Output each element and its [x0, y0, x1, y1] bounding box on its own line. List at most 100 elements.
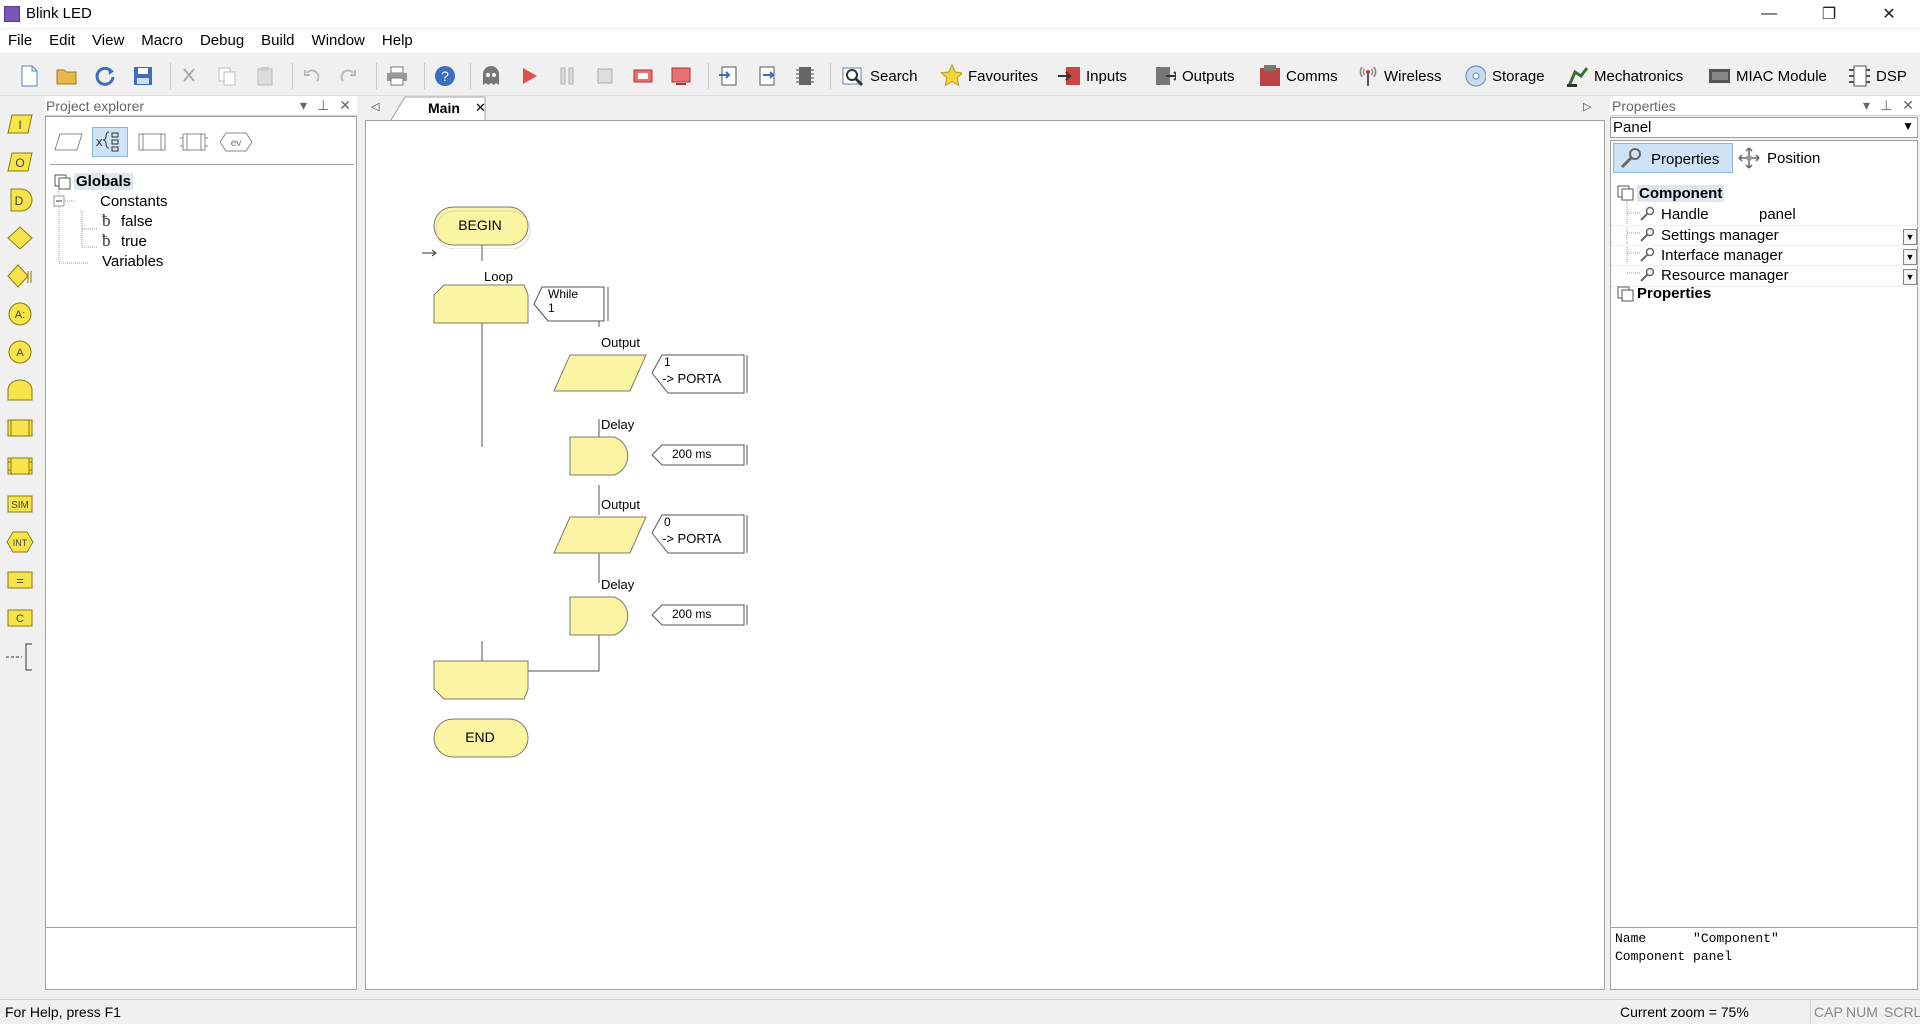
macros-tab-icon[interactable] — [134, 127, 170, 157]
status-cap: CAP — [1814, 1004, 1843, 1020]
maximize-button[interactable]: ❐ — [1806, 0, 1852, 28]
menu-file[interactable]: File — [0, 29, 41, 53]
tree-const-true[interactable]: true — [121, 233, 147, 250]
menu-debug[interactable]: Debug — [192, 29, 253, 53]
components-tab-icon[interactable] — [176, 127, 212, 157]
prop-row-settings-manager[interactable]: Settings manager ▼ — [1611, 225, 1920, 246]
delay-1-label: Delay — [601, 417, 635, 432]
print-icon[interactable] — [386, 65, 408, 87]
open-folder-icon[interactable] — [56, 65, 78, 87]
miac-module-button[interactable]: MIAC Module — [1708, 63, 1827, 89]
cut-icon[interactable] — [178, 65, 200, 87]
output-command-icon[interactable]: O — [6, 148, 34, 176]
component-section[interactable]: Component — [1637, 185, 1725, 202]
comment-command-icon[interactable] — [4, 642, 36, 671]
minimize-button[interactable]: — — [1746, 0, 1792, 28]
connection-point-icon[interactable]: A: — [6, 300, 34, 328]
comms-button[interactable]: Comms — [1258, 63, 1338, 89]
compile-hex-icon[interactable] — [756, 65, 778, 87]
run-icon[interactable] — [518, 65, 540, 87]
input-command-icon[interactable]: I — [6, 110, 34, 138]
tab-close-icon[interactable]: ✕ — [475, 100, 486, 116]
mechatronics-button[interactable]: Mechatronics — [1566, 63, 1683, 89]
tab-main[interactable]: Main — [428, 100, 460, 116]
panel-close-icon[interactable]: ✕ — [339, 97, 351, 114]
pin-icon[interactable]: ⊥ — [317, 97, 329, 114]
step-into-icon[interactable] — [632, 65, 654, 87]
tree-variables[interactable]: Variables — [102, 253, 163, 270]
menu-view[interactable]: View — [84, 29, 133, 53]
dsp-button[interactable]: DSP — [1848, 63, 1907, 89]
menu-build[interactable]: Build — [253, 29, 303, 53]
tree-globals[interactable]: Globals — [74, 173, 134, 190]
variables-tab-icon[interactable]: x — [92, 127, 128, 157]
output-1-shape[interactable] — [550, 353, 650, 395]
flowchart-canvas[interactable]: BEGIN Loop While 1 Output 1 -> PORTA Del… — [365, 120, 1605, 990]
ghost-debug-icon[interactable] — [480, 65, 502, 87]
macro-command-icon[interactable] — [6, 414, 34, 442]
inputs-button[interactable]: Inputs — [1058, 63, 1127, 89]
help-icon[interactable]: ? — [434, 65, 456, 87]
step-over-icon[interactable] — [670, 65, 692, 87]
new-file-icon[interactable] — [18, 65, 40, 87]
redo-icon[interactable] — [338, 65, 360, 87]
menu-macro[interactable]: Macro — [133, 29, 192, 53]
events-tab-icon[interactable]: ev — [218, 127, 254, 157]
panel-close-icon[interactable]: ✕ — [1902, 97, 1914, 114]
calculation-command-icon[interactable]: = — [6, 566, 34, 594]
delay-1-shape[interactable] — [568, 435, 638, 479]
prop-handle-value[interactable]: panel — [1759, 206, 1796, 223]
interrupt-command-icon[interactable]: INT — [6, 528, 34, 556]
pause-icon[interactable] — [556, 65, 578, 87]
refresh-icon[interactable] — [94, 65, 116, 87]
storage-button[interactable]: Storage — [1464, 63, 1545, 89]
menu-window[interactable]: Window — [304, 29, 374, 53]
chevron-down-icon[interactable]: ▼ — [1903, 229, 1917, 245]
goto-point-icon[interactable]: A — [6, 338, 34, 366]
stop-icon[interactable] — [594, 65, 616, 87]
flowchart-tab-icon[interactable] — [50, 127, 86, 157]
prop-row-handle[interactable]: Handle panel — [1611, 205, 1920, 225]
simulation-macro-icon[interactable]: SIM — [6, 490, 34, 518]
pin-icon[interactable]: ⊥ — [1880, 97, 1892, 114]
save-icon[interactable] — [132, 65, 154, 87]
undo-icon[interactable] — [300, 65, 322, 87]
close-button[interactable]: ✕ — [1866, 0, 1912, 28]
wireless-button[interactable]: Wireless — [1356, 63, 1442, 89]
tab-position[interactable]: Position — [1767, 150, 1820, 167]
tree-const-false[interactable]: false — [121, 213, 153, 230]
copy-icon[interactable] — [216, 65, 238, 87]
favourites-button[interactable]: Favourites — [940, 63, 1038, 89]
search-button[interactable]: Search — [842, 63, 918, 89]
tree-constants[interactable]: Constants — [100, 193, 168, 210]
delay-command-icon[interactable]: D — [6, 186, 34, 214]
status-num: NUM — [1846, 1004, 1878, 1020]
decision-command-icon[interactable] — [6, 224, 34, 252]
menu-edit[interactable]: Edit — [41, 29, 84, 53]
component-selector[interactable]: Panel ▼ — [1610, 117, 1918, 138]
tab-scroll-left-icon[interactable]: ◁ — [371, 100, 379, 113]
chevron-down-icon[interactable]: ▼ — [1902, 119, 1914, 133]
delay-2-shape[interactable] — [568, 595, 638, 639]
component-macro-icon[interactable] — [6, 452, 34, 480]
menu-help[interactable]: Help — [374, 29, 422, 53]
chip-program-icon[interactable] — [794, 65, 816, 87]
prop-row-interface-manager[interactable]: Interface manager ▼ — [1611, 245, 1920, 266]
paste-icon[interactable] — [254, 65, 276, 87]
switch-command-icon[interactable] — [6, 262, 34, 290]
output-2-shape[interactable] — [550, 515, 650, 557]
prop-row-resource-manager[interactable]: Resource manager ▼ — [1611, 265, 1920, 287]
properties-section[interactable]: Properties — [1637, 285, 1711, 302]
tab-scroll-right-icon[interactable]: ▷ — [1583, 100, 1591, 113]
loop-end-shape[interactable] — [432, 659, 532, 703]
panel-menu-icon[interactable]: ▾ — [300, 97, 307, 114]
status-help-text: For Help, press F1 — [5, 1004, 121, 1020]
c-code-command-icon[interactable]: C — [6, 604, 34, 632]
chevron-down-icon[interactable]: ▼ — [1903, 269, 1917, 285]
compile-chip-icon[interactable] — [718, 65, 740, 87]
panel-menu-icon[interactable]: ▾ — [1863, 97, 1870, 114]
outputs-button[interactable]: Outputs — [1154, 63, 1235, 89]
loop-start-shape[interactable] — [432, 283, 532, 327]
loop-command-icon[interactable] — [6, 376, 34, 404]
chevron-down-icon[interactable]: ▼ — [1903, 249, 1917, 265]
